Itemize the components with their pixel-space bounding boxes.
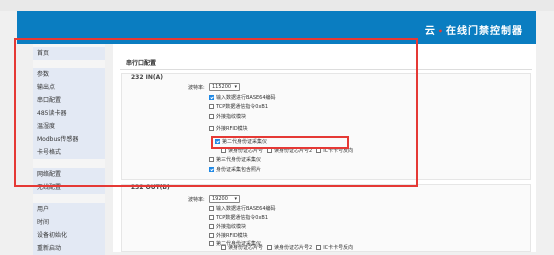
checkbox-b-base64[interactable] bbox=[209, 206, 214, 211]
checkbox-b-rfid[interactable] bbox=[209, 233, 214, 238]
sidebar-item-device-init[interactable]: 设备初始化 bbox=[33, 229, 105, 242]
suboption-b-chip2[interactable]: 读身份证芯片号2 bbox=[267, 244, 312, 252]
chevron-down-icon: ▾ bbox=[234, 196, 237, 202]
suboption-b-ic-reverse-label: IC卡卡号反向 bbox=[323, 245, 354, 251]
option-b-tcp[interactable]: TCP数据通信指令0xB1 bbox=[209, 214, 268, 222]
baud-select-b[interactable]: 19200 ▾ bbox=[209, 195, 240, 203]
app-title-part2: 在线门禁控制器 bbox=[446, 26, 523, 37]
suboption-b-chip-label: 读身份证芯片号 bbox=[228, 245, 264, 251]
sidebar-item-reboot[interactable]: 重新启动 bbox=[33, 242, 105, 255]
option-b-rfid-label: 外接RFID模块 bbox=[216, 233, 248, 239]
browser-top-strip bbox=[0, 0, 554, 11]
section-232-out-b bbox=[121, 184, 531, 252]
highlight-box-idcard-option bbox=[211, 136, 349, 149]
suboption-b-chip2-label: 读身份证芯片号2 bbox=[274, 245, 313, 251]
sidebar-item-users[interactable]: 用户 bbox=[33, 203, 105, 216]
option-b-fingerprint[interactable]: 外接指纹模块 bbox=[209, 223, 246, 231]
baud-label-b: 波特率: bbox=[188, 197, 205, 203]
suboption-b-chip[interactable]: 读身份证芯片号 bbox=[221, 244, 263, 252]
option-b-base64[interactable]: 输入数据进行BASE64编码 bbox=[209, 205, 276, 213]
option-b-base64-label: 输入数据进行BASE64编码 bbox=[216, 206, 276, 212]
checkbox-b-fingerprint[interactable] bbox=[209, 224, 214, 229]
sidebar-item-time[interactable]: 时间 bbox=[33, 216, 105, 229]
option-b-fingerprint-label: 外接指纹模块 bbox=[216, 224, 247, 230]
baud-value-b: 19200 bbox=[212, 196, 228, 202]
app-title: 云 • 在线门禁控制器 bbox=[425, 22, 523, 37]
checkbox-b-ic-reverse[interactable] bbox=[316, 245, 322, 250]
highlight-box-panel bbox=[14, 38, 418, 187]
checkbox-b-chip[interactable] bbox=[221, 245, 226, 250]
app-title-part1: 云 bbox=[424, 26, 436, 37]
checkbox-b-tcp[interactable] bbox=[209, 215, 214, 220]
suboption-b-ic-reverse[interactable]: IC卡卡号反向 bbox=[316, 244, 353, 252]
checkbox-b-chip2[interactable] bbox=[267, 245, 273, 250]
suboptions-b: 读身份证芯片号 读身份证芯片号2 IC卡卡号反向 bbox=[221, 244, 357, 252]
option-b-rfid[interactable]: 外接RFID模块 bbox=[209, 232, 248, 240]
app-title-dot: • bbox=[437, 27, 444, 36]
checkbox-b-idcard-gen2[interactable] bbox=[209, 241, 214, 246]
option-b-tcp-label: TCP数据通信指令0xB1 bbox=[216, 215, 269, 221]
